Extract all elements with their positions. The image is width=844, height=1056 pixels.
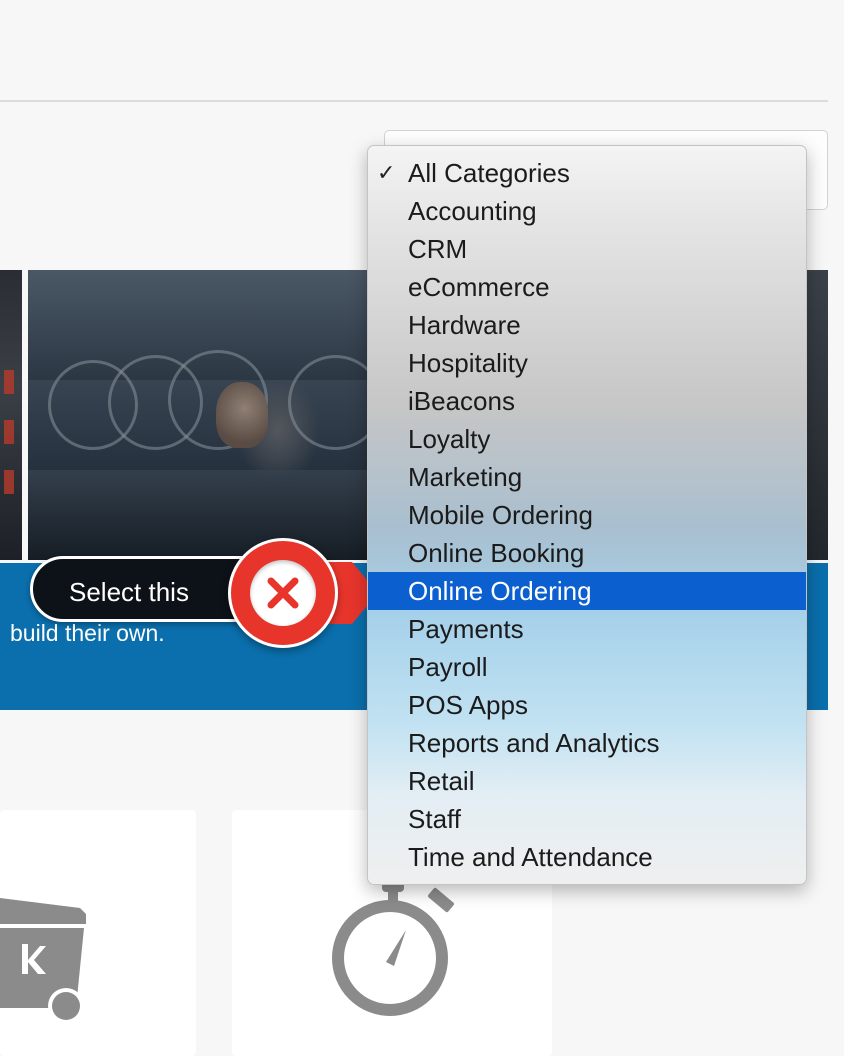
menu-item-all-categories[interactable]: ✓ All Categories bbox=[368, 154, 806, 192]
menu-item-ibeacons[interactable]: iBeacons bbox=[368, 382, 806, 420]
close-icon[interactable] bbox=[250, 560, 316, 626]
tooltip-label: Select this bbox=[69, 577, 189, 607]
stopwatch-icon bbox=[332, 878, 454, 1016]
menu-item-marketing[interactable]: Marketing bbox=[368, 458, 806, 496]
checkmark-icon: ✓ bbox=[377, 160, 396, 185]
header-divider bbox=[0, 100, 828, 102]
menu-item-accounting[interactable]: Accounting bbox=[368, 192, 806, 230]
menu-item-staff[interactable]: Staff bbox=[368, 800, 806, 838]
menu-item-retail[interactable]: Retail bbox=[368, 762, 806, 800]
person-head bbox=[216, 382, 268, 448]
hero-image-right bbox=[806, 270, 828, 560]
hero-image-left bbox=[0, 270, 22, 560]
menu-item-online-booking[interactable]: Online Booking bbox=[368, 534, 806, 572]
menu-item-pos-apps[interactable]: POS Apps bbox=[368, 686, 806, 724]
menu-item-online-ordering[interactable]: Online Ordering bbox=[368, 572, 806, 610]
menu-item-mobile-ordering[interactable]: Mobile Ordering bbox=[368, 496, 806, 534]
category-dropdown-menu[interactable]: ✓ All Categories Accounting CRM eCommerc… bbox=[367, 145, 807, 885]
menu-item-hospitality[interactable]: Hospitality bbox=[368, 344, 806, 382]
hero-image-bike-shop bbox=[28, 270, 368, 560]
menu-item-time-and-attendance[interactable]: Time and Attendance bbox=[368, 838, 806, 876]
menu-item-reports-and-analytics[interactable]: Reports and Analytics bbox=[368, 724, 806, 762]
menu-item-payments[interactable]: Payments bbox=[368, 610, 806, 648]
menu-item-payroll[interactable]: Payroll bbox=[368, 648, 806, 686]
menu-item-hardware[interactable]: Hardware bbox=[368, 306, 806, 344]
menu-item-crm[interactable]: CRM bbox=[368, 230, 806, 268]
menu-item-ecommerce[interactable]: eCommerce bbox=[368, 268, 806, 306]
menu-item-loyalty[interactable]: Loyalty bbox=[368, 420, 806, 458]
trash-bin-icon bbox=[0, 898, 86, 1024]
banner-text: build their own. bbox=[10, 620, 165, 646]
